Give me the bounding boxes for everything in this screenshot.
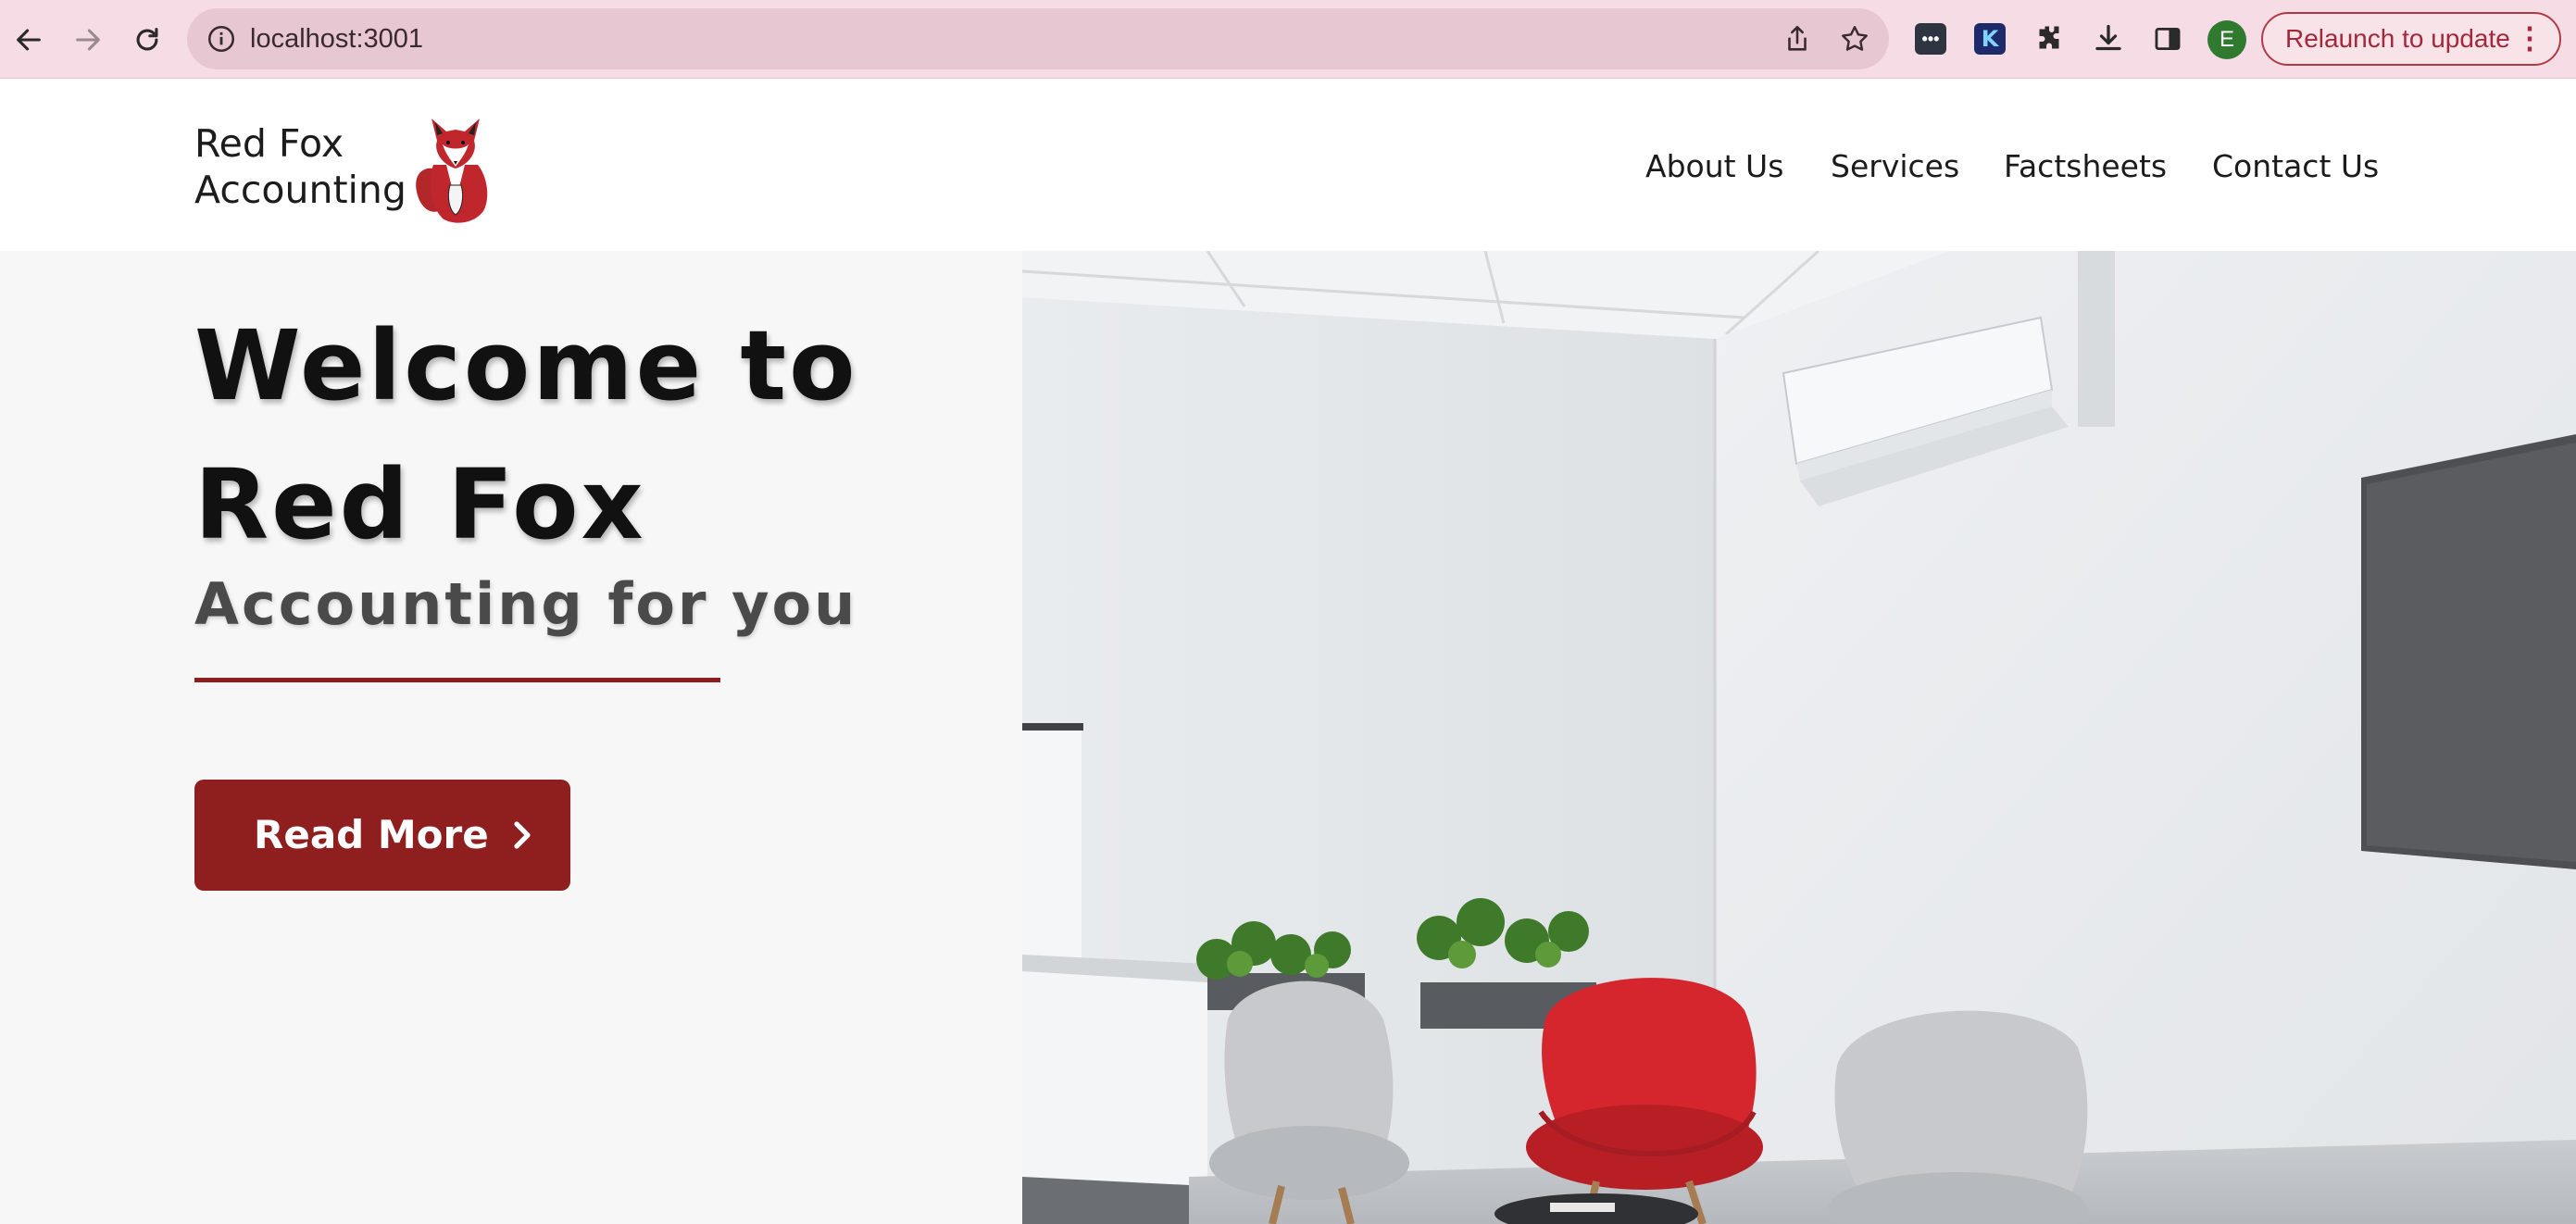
k-extension-icon: K	[1974, 23, 2006, 55]
puzzle-extensions-icon	[2039, 26, 2059, 49]
browser-toolbar: localhost:3001 ••• K E Relaunch to updat…	[0, 0, 2576, 79]
nav-about-us[interactable]: About Us	[1645, 148, 1783, 184]
nav-factsheets[interactable]: Factsheets	[2004, 148, 2167, 184]
forward-button[interactable]	[65, 17, 111, 63]
hero-title: Welcome to Red Fox	[194, 296, 991, 574]
password-manager-extension-button[interactable]: •••	[1911, 19, 1950, 58]
relaunch-label: Relaunch to update	[2285, 24, 2510, 53]
hero-subtitle: Accounting for you	[194, 570, 858, 638]
download-icon	[2095, 24, 2121, 51]
hero-divider	[194, 678, 720, 682]
forward-icon	[76, 29, 100, 51]
password-manager-extension-icon: •••	[1915, 23, 1946, 55]
hero-title-line-1: Welcome to	[194, 309, 858, 422]
site-header: Red Fox Accounting About Us Services Fac…	[0, 80, 2576, 251]
kebab-menu-icon[interactable]: ⋮	[2515, 14, 2545, 62]
chevron-right-icon	[514, 821, 531, 849]
site-info-icon[interactable]	[206, 23, 237, 55]
nav-services[interactable]: Services	[1831, 148, 1959, 184]
read-more-label: Read More	[254, 812, 489, 857]
downloads-button[interactable]	[2089, 19, 2128, 58]
bookmark-star-icon[interactable]	[1839, 23, 1870, 55]
reload-icon	[136, 28, 158, 51]
relaunch-to-update-button[interactable]: Relaunch to update ⋮	[2261, 12, 2561, 66]
url-text[interactable]: localhost:3001	[250, 8, 423, 69]
share-icon[interactable]	[1782, 23, 1813, 55]
reload-button[interactable]	[124, 17, 170, 63]
profile-avatar[interactable]: E	[2207, 20, 2246, 59]
side-panel-icon	[2155, 27, 2181, 51]
office-waiting-room-photo	[1022, 251, 2576, 1224]
main-nav: About Us Services Factsheets Contact Us	[0, 148, 2576, 194]
extensions-button[interactable]	[2030, 19, 2069, 58]
back-icon	[17, 29, 41, 51]
address-bar[interactable]: localhost:3001	[187, 8, 1889, 69]
side-panel-button[interactable]	[2148, 19, 2187, 58]
hero-title-line-2: Red Fox	[194, 448, 646, 561]
nav-contact-us[interactable]: Contact Us	[2212, 148, 2379, 184]
office-illustration	[1022, 251, 2576, 1224]
read-more-button[interactable]: Read More	[194, 780, 570, 891]
k-extension-button[interactable]: K	[1970, 19, 2009, 58]
back-button[interactable]	[6, 17, 52, 63]
